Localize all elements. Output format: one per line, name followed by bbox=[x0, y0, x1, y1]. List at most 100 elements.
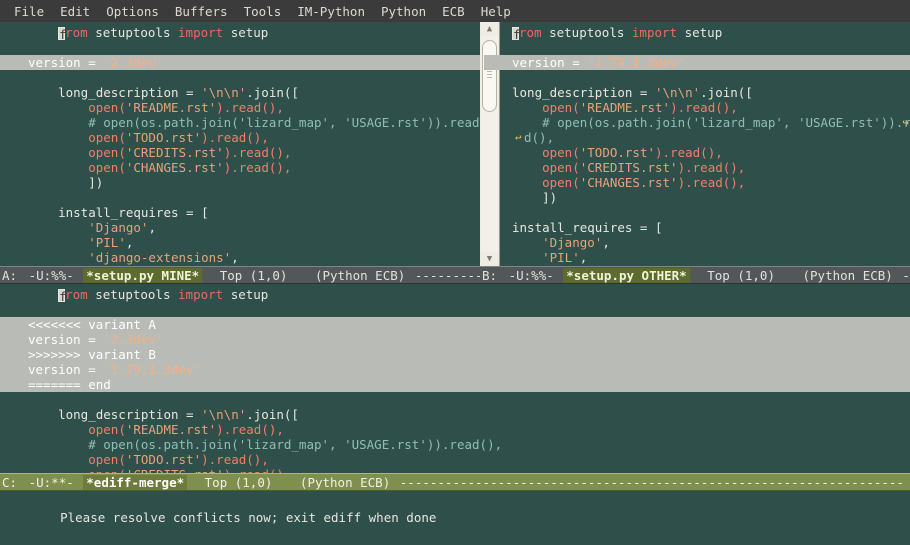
code-token: 'Django' bbox=[88, 220, 149, 235]
modeline-b[interactable]: B: -U:%%- *setup.py OTHER* Top (1,0) (Py… bbox=[480, 266, 910, 284]
code-line[interactable]: open('TODO.rst').read(), bbox=[28, 452, 910, 467]
pane-c-merge[interactable]: from setuptools import setup <<<<<<< var… bbox=[0, 284, 910, 473]
code-line[interactable]: open('CREDITS.rst').read(), bbox=[28, 467, 910, 473]
code-token: .join([ bbox=[246, 407, 299, 422]
code-line[interactable] bbox=[28, 302, 910, 317]
modeline-b-flags: -U:%%- bbox=[508, 268, 554, 283]
code-line[interactable]: # open(os.path.join('lizard_map', 'USAGE… bbox=[28, 437, 910, 452]
code-line[interactable]: 'Django', bbox=[28, 220, 480, 235]
menu-item-file[interactable]: File bbox=[6, 4, 52, 19]
modeline-c-mode[interactable]: (Python ECB) bbox=[282, 475, 392, 490]
menu-item-python[interactable]: Python bbox=[373, 4, 434, 19]
code-line[interactable]: version = '2.3dev' bbox=[0, 332, 910, 347]
code-token: ).read(), bbox=[677, 160, 746, 175]
code-line[interactable]: install_requires = [ bbox=[28, 205, 480, 220]
code-line[interactable]: 'PIL', bbox=[512, 250, 910, 265]
code-line[interactable]: install_requires = [ bbox=[512, 220, 910, 235]
modeline-a-mode[interactable]: (Python ECB) bbox=[297, 268, 407, 283]
code-line[interactable]: 'django-extensions', bbox=[28, 250, 480, 265]
code-token: # open(os.path.join('lizard_map', 'USAGE… bbox=[512, 115, 910, 130]
code-token: setuptools bbox=[95, 287, 179, 302]
code-line[interactable]: version = '1.79.1.3dev' bbox=[484, 55, 910, 70]
code-line[interactable]: long_description = '\n\n'.join([ bbox=[28, 407, 910, 422]
code-line[interactable]: from setuptools import setup bbox=[28, 25, 480, 41]
code-token: ]) bbox=[28, 175, 104, 190]
code-line[interactable]: version = '1.79.1.3dev' bbox=[0, 362, 910, 377]
code-line[interactable]: 'PIL', bbox=[28, 235, 480, 250]
code-token: '2.3dev' bbox=[103, 332, 164, 347]
minibuffer-message: Please resolve conflicts now; exit ediff… bbox=[60, 510, 437, 525]
modeline-b-buffer[interactable]: *setup.py OTHER* bbox=[563, 268, 690, 283]
code-token: open( bbox=[88, 467, 126, 473]
menu-item-edit[interactable]: Edit bbox=[52, 4, 98, 19]
buffer-text-a[interactable]: from setuptools import setup version = '… bbox=[0, 22, 480, 265]
menu-item-options[interactable]: Options bbox=[98, 4, 167, 19]
scrollbar-thumb[interactable] bbox=[482, 40, 497, 113]
scrollbar-down-arrow-icon[interactable]: ▼ bbox=[480, 252, 499, 266]
code-line[interactable]: # open(os.path.join('lizard_map', 'USAGE… bbox=[512, 115, 910, 130]
code-line[interactable]: open('CREDITS.rst').read(), bbox=[512, 160, 910, 175]
code-token: 'PIL' bbox=[542, 250, 580, 265]
code-token: setup bbox=[684, 25, 723, 40]
pane-b-other[interactable]: ▲ ▼ from setuptools import setup version… bbox=[480, 22, 910, 266]
code-token: 'CREDITS.rst' bbox=[579, 160, 678, 175]
scrollbar-up-arrow-icon[interactable]: ▲ bbox=[480, 22, 499, 36]
code-line[interactable]: ======= end bbox=[0, 377, 910, 392]
scrollbar-grip-icon bbox=[487, 69, 492, 80]
code-token: open( bbox=[88, 145, 126, 160]
menu-item-ecb[interactable]: ECB bbox=[434, 4, 473, 19]
code-line[interactable] bbox=[28, 190, 480, 205]
code-line[interactable]: long_description = '\n\n'.join([ bbox=[512, 85, 910, 100]
code-token: 'README.rst' bbox=[125, 422, 217, 437]
modeline-a-id: A: bbox=[2, 268, 18, 283]
code-line[interactable]: long_description = '\n\n'.join([ bbox=[28, 85, 480, 100]
code-token: open( bbox=[88, 130, 126, 145]
menu-item-help[interactable]: Help bbox=[473, 4, 519, 19]
code-token: '2.3dev' bbox=[103, 55, 164, 70]
code-line[interactable]: open('CHANGES.rst').read(), bbox=[28, 160, 480, 175]
code-line[interactable]: ]) bbox=[512, 190, 910, 205]
code-line[interactable]: from setuptools import setup bbox=[512, 25, 910, 41]
code-line[interactable] bbox=[28, 70, 480, 85]
code-line[interactable] bbox=[512, 70, 910, 85]
code-line[interactable]: open('CHANGES.rst').read(), bbox=[512, 175, 910, 190]
code-line[interactable] bbox=[512, 205, 910, 220]
code-line[interactable]: ]) bbox=[28, 175, 480, 190]
code-line[interactable]: version = '2.3dev' bbox=[0, 55, 480, 70]
code-line[interactable] bbox=[28, 40, 480, 55]
code-line[interactable]: >>>>>>> variant B bbox=[0, 347, 910, 362]
code-line[interactable]: open('TODO.rst').read(), bbox=[512, 145, 910, 160]
code-line[interactable] bbox=[28, 392, 910, 407]
menu-item-buffers[interactable]: Buffers bbox=[167, 4, 236, 19]
code-line[interactable]: # open(os.path.join('lizard_map', 'USAGE… bbox=[28, 115, 480, 130]
minibuffer[interactable]: Please resolve conflicts now; exit ediff… bbox=[0, 491, 910, 525]
modeline-c-buffer[interactable]: *ediff-merge* bbox=[83, 475, 188, 490]
code-line[interactable]: open('README.rst').read(), bbox=[512, 100, 910, 115]
pane-a-mine[interactable]: from setuptools import setup version = '… bbox=[0, 22, 480, 266]
menu-item-tools[interactable]: Tools bbox=[236, 4, 290, 19]
modeline-b-mode[interactable]: (Python ECB) bbox=[785, 268, 895, 283]
modeline-a-buffer[interactable]: *setup.py MINE* bbox=[83, 268, 203, 283]
menu-item-im-python[interactable]: IM-Python bbox=[289, 4, 373, 19]
modeline-c[interactable]: C: -U:**- *ediff-merge* Top (1,0) (Pytho… bbox=[0, 473, 910, 491]
buffer-text-c[interactable]: from setuptools import setup <<<<<<< var… bbox=[0, 284, 910, 473]
code-line[interactable]: <<<<<<< variant A bbox=[0, 317, 910, 332]
modeline-b-filler: --- bbox=[902, 268, 910, 283]
code-line[interactable]: open('CREDITS.rst').read(), bbox=[28, 145, 480, 160]
code-token: long_description = bbox=[28, 407, 202, 422]
code-line[interactable]: 'Django', bbox=[512, 235, 910, 250]
code-line[interactable]: from setuptools import setup bbox=[28, 287, 910, 303]
code-line[interactable]: open('README.rst').read(), bbox=[28, 100, 480, 115]
modeline-c-flags: -U:**- bbox=[28, 475, 74, 490]
code-line[interactable] bbox=[512, 40, 910, 55]
code-token: 'django-extensions' bbox=[88, 250, 232, 265]
code-line[interactable]: open('TODO.rst').read(), bbox=[28, 130, 480, 145]
code-line[interactable]: d(), ↩ bbox=[512, 130, 910, 145]
code-line[interactable]: open('README.rst').read(), bbox=[28, 422, 910, 437]
buffer-text-b[interactable]: from setuptools import setup version = '… bbox=[480, 22, 910, 265]
modeline-a[interactable]: A: -U:%%- *setup.py MINE* Top (1,0) (Pyt… bbox=[0, 266, 480, 284]
